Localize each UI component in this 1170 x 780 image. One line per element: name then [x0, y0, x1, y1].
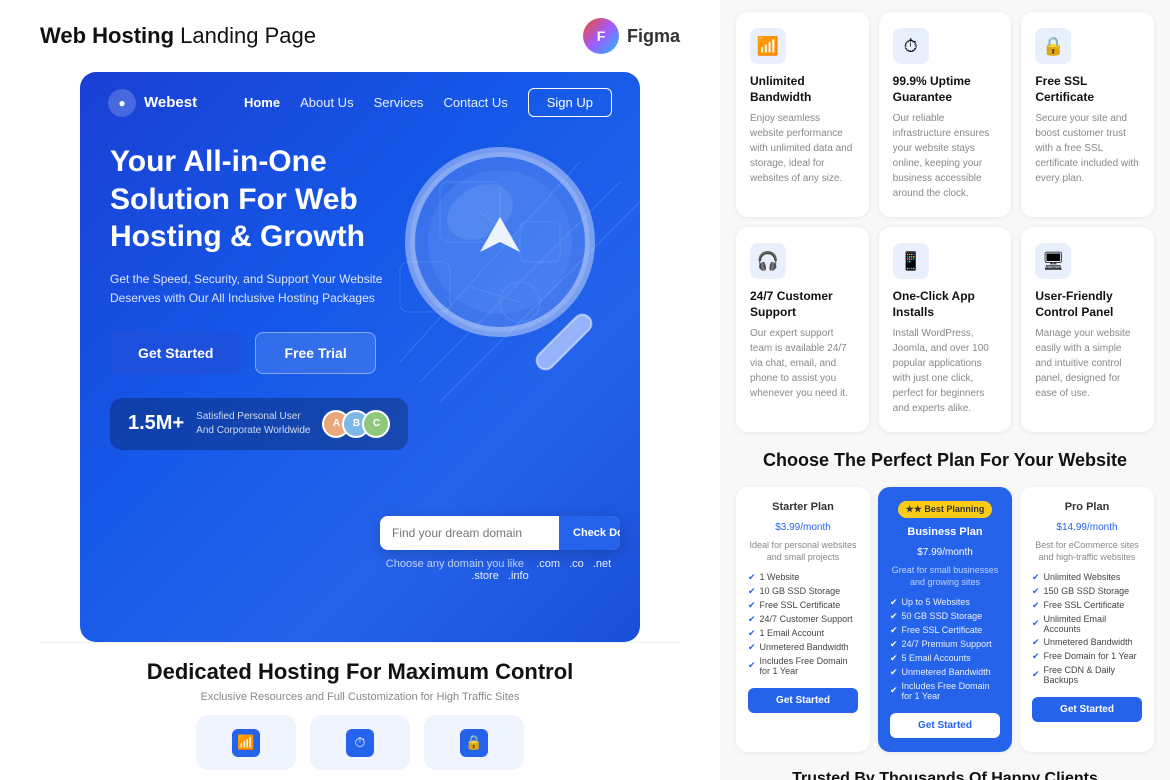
feature-title-2: Free SSL Certificate: [1035, 74, 1140, 105]
hero-avatars: A B C: [322, 410, 390, 438]
oneclick-icon: 📱: [893, 243, 929, 279]
bandwidth-icon: 📶: [750, 28, 786, 64]
feature-item: ✔Free Domain for 1 Year: [1032, 651, 1142, 662]
stat-text: Satisfied Personal User And Corporate Wo…: [196, 410, 310, 438]
feature-item: ✔Up to 5 Websites: [890, 597, 1000, 608]
dedicated-title: Dedicated Hosting For Maximum Control: [40, 659, 680, 685]
plan-business-btn[interactable]: Get Started: [890, 713, 1000, 738]
feature-item: ✔5 Email Accounts: [890, 653, 1000, 664]
plan-pro-price: $14.99/month: [1032, 517, 1142, 535]
feature-desc-4: Install WordPress, Joomla, and over 100 …: [893, 326, 998, 416]
feature-item: ✔1 Website: [748, 572, 858, 583]
hero-subtitle: Get the Speed, Security, and Support You…: [110, 270, 410, 308]
feature-item: ✔50 GB SSD Storage: [890, 611, 1000, 622]
plan-starter-name: Starter Plan: [748, 501, 858, 513]
plan-pro-name: Pro Plan: [1032, 501, 1142, 513]
plan-business-features: ✔Up to 5 Websites ✔50 GB SSD Storage ✔Fr…: [890, 597, 1000, 701]
testimonials-title: Trusted By Thousands Of Happy Clients: [736, 768, 1154, 780]
plan-pro-btn[interactable]: Get Started: [1032, 697, 1142, 722]
feature-title-1: 99.9% Uptime Guarantee: [893, 74, 998, 105]
feature-title-0: Unlimited Bandwidth: [750, 74, 855, 105]
features-grid: 📶 Unlimited Bandwidth Enjoy seamless web…: [736, 12, 1154, 432]
best-badge: ★★ Best Planning: [898, 501, 993, 518]
feature-card-2: 🔒 Free SSL Certificate Secure your site …: [1021, 12, 1154, 217]
hero-buttons: Get Started Free Trial: [110, 332, 610, 374]
feature-item: ✔Unmetered Bandwidth: [748, 642, 858, 653]
plan-business-price: $7.99/month: [890, 542, 1000, 560]
feature-desc-3: Our expert support team is available 24/…: [750, 326, 855, 401]
cpanel-icon: 🖥: [1035, 243, 1071, 279]
figma-icon: F: [583, 18, 619, 54]
feature-card-5: 🖥 User-Friendly Control Panel Manage you…: [1021, 227, 1154, 432]
feature-card-4: 📱 One-Click App Installs Install WordPre…: [879, 227, 1012, 432]
feature-item: ✔Unmetered Bandwidth: [1032, 637, 1142, 648]
feature-item: ✔24/7 Premium Support: [890, 639, 1000, 650]
plan-starter-price: $3.99/month: [748, 517, 858, 535]
feature-desc-1: Our reliable infrastructure ensures your…: [893, 111, 998, 201]
testimonials-section: Trusted By Thousands Of Happy Clients Se…: [736, 768, 1154, 780]
dedicated-subtitle: Exclusive Resources and Full Customizati…: [40, 691, 680, 703]
plan-business-name: Business Plan: [890, 526, 1000, 538]
feature-card-0: 📶 Unlimited Bandwidth Enjoy seamless web…: [736, 12, 869, 217]
feature-item: ✔Free SSL Certificate: [890, 625, 1000, 636]
support-icon: 🎧: [750, 243, 786, 279]
feature-desc-5: Manage your website easily with a simple…: [1035, 326, 1140, 401]
feature-item: ✔Unlimited Websites: [1032, 572, 1142, 583]
top-bar: Web Hosting Landing Page F Figma: [0, 0, 720, 72]
feature-item: ✔Unlimited Email Accounts: [1032, 614, 1142, 634]
plan-business: ★★ Best Planning Business Plan $7.99/mon…: [878, 487, 1012, 752]
hero-stats: 1.5M+ Satisfied Personal User And Corpor…: [110, 398, 408, 450]
plan-starter-features: ✔1 Website ✔10 GB SSD Storage ✔Free SSL …: [748, 572, 858, 676]
dedicated-section: Dedicated Hosting For Maximum Control Ex…: [40, 642, 680, 780]
feature-item: ✔Includes Free Domain for 1 Year: [748, 656, 858, 676]
hero-content: Your All-in-One Solution For Web Hosting…: [80, 133, 640, 642]
hero-title: Your All-in-One Solution For Web Hosting…: [110, 143, 430, 256]
get-started-button[interactable]: Get Started: [110, 332, 241, 374]
feature-title-4: One-Click App Installs: [893, 289, 998, 320]
feature-desc-0: Enjoy seamless website performance with …: [750, 111, 855, 186]
plans-grid: Starter Plan $3.99/month Ideal for perso…: [736, 487, 1154, 752]
figma-badge: F Figma: [583, 18, 680, 54]
free-trial-button[interactable]: Free Trial: [255, 332, 375, 374]
plan-starter-btn[interactable]: Get Started: [748, 688, 858, 713]
feature-item: ✔Free SSL Certificate: [748, 600, 858, 611]
ssl-icon: 🔒: [1035, 28, 1071, 64]
feature-item: ✔Unmetered Bandwidth: [890, 667, 1000, 678]
stat-number: 1.5M+: [128, 412, 184, 435]
feature-card-3: 🎧 24/7 Customer Support Our expert suppo…: [736, 227, 869, 432]
avatar-3: C: [362, 410, 390, 438]
nav-home[interactable]: Home: [244, 95, 280, 110]
nav-logo: ● Webest: [108, 89, 197, 117]
right-panel: 📶 Unlimited Bandwidth Enjoy seamless web…: [720, 0, 1170, 780]
plan-pro: Pro Plan $14.99/month Best for eCommerce…: [1020, 487, 1154, 752]
feature-title-3: 24/7 Customer Support: [750, 289, 855, 320]
uptime-icon: ⏱: [893, 28, 929, 64]
plan-business-desc: Great for small businesses and growing s…: [890, 564, 1000, 589]
hero-section: ● Webest Home About Us Services Contact …: [80, 72, 640, 642]
feature-card-1: ⏱ 99.9% Uptime Guarantee Our reliable in…: [879, 12, 1012, 217]
plans-section-title: Choose The Perfect Plan For Your Website: [736, 448, 1154, 472]
feature-item: ✔Includes Free Domain for 1 Year: [890, 681, 1000, 701]
feature-item: ✔Free CDN & Daily Backups: [1032, 665, 1142, 685]
feature-item: ✔Free SSL Certificate: [1032, 600, 1142, 611]
feature-desc-2: Secure your site and boost customer trus…: [1035, 111, 1140, 186]
feature-item: ✔24/7 Customer Support: [748, 614, 858, 625]
plan-pro-desc: Best for eCommerce sites and high-traffi…: [1032, 539, 1142, 564]
feature-title-5: User-Friendly Control Panel: [1035, 289, 1140, 320]
logo-icon: ●: [108, 89, 136, 117]
feature-item: ✔10 GB SSD Storage: [748, 586, 858, 597]
page-title: Web Hosting Landing Page: [40, 23, 316, 49]
feature-item: ✔1 Email Account: [748, 628, 858, 639]
plan-pro-features: ✔Unlimited Websites ✔150 GB SSD Storage …: [1032, 572, 1142, 685]
plan-starter-desc: Ideal for personal websites and small pr…: [748, 539, 858, 564]
plan-starter: Starter Plan $3.99/month Ideal for perso…: [736, 487, 870, 752]
feature-item: ✔150 GB SSD Storage: [1032, 586, 1142, 597]
left-panel: Web Hosting Landing Page F Figma ● Webes…: [0, 0, 720, 780]
